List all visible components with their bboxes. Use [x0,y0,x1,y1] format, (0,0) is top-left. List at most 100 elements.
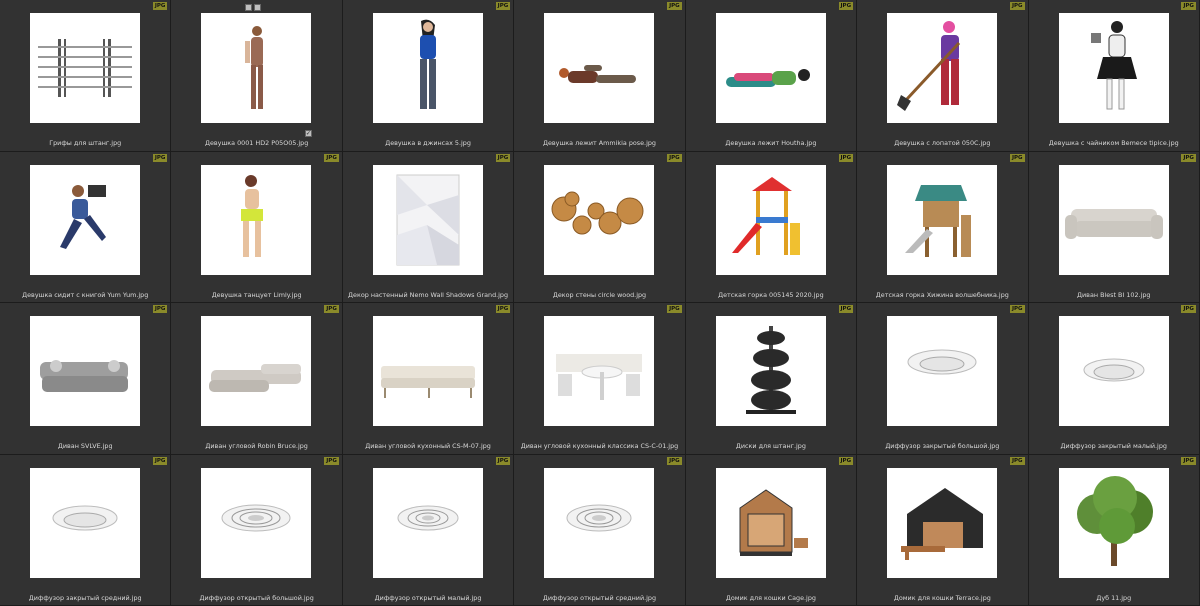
woman-shovel-thumbnail[interactable] [887,13,998,123]
file-type-badge: JPG [152,2,168,10]
file-tile[interactable]: JPG Диффузор закрытый средний.jpg [0,454,172,606]
file-type-badge: JPG [838,305,854,313]
file-tile[interactable]: JPG Девушка сидит с книгой Yum Yum.jpg [0,151,172,303]
file-tile[interactable]: JPG Диван угловой Robin Bruce.jpg [171,303,343,455]
file-tile[interactable]: JPG Диван угловой кухонный классика CS-C… [514,303,686,455]
file-tile[interactable]: JPG Девушка лежит Houtha.jpg [685,0,858,152]
file-type-badge: JPG [1181,456,1196,465]
woman-teapot-thumbnail[interactable] [1058,13,1169,123]
file-name: Диски для штанг.jpg [735,442,806,450]
file-name: Домик для кошки Terrace.jpg [893,593,991,602]
wall-panel-thumbnail[interactable] [372,164,483,275]
file-type-badge: JPG [495,456,511,465]
file-name: Девушка сидит с книгой Yum Yum.jpg [22,290,149,299]
playhouse-slide-thumbnail[interactable] [887,164,998,275]
file-tile[interactable]: JPG Диффузор открытый малый.jpg [342,454,515,606]
file-tile[interactable]: JPG Девушка танцует Limly.jpg [171,151,343,303]
woman-lying-dress-thumbnail[interactable] [715,13,826,123]
file-tile[interactable]: JPG Домик для кошки Cage.jpg [685,454,858,606]
diffuser-closed-small-thumbnail[interactable] [1058,316,1169,426]
file-name: Девушка с лопатой 050C.jpg [894,139,991,147]
file-type-badge: JPG [324,305,339,313]
file-type-badge: JPG [1009,305,1025,313]
diffuser-closed-medium-thumbnail[interactable] [30,467,140,578]
file-tile[interactable]: JPG Девушка с чайником Bemece tipice.jpg [1028,0,1200,152]
file-type-badge: JPG [838,153,854,162]
file-type-badge: JPG [838,456,854,465]
cat-house-terrace-thumbnail[interactable] [887,467,998,578]
file-tile[interactable]: JPG Диффузор открытый большой.jpg [171,454,343,606]
diffuser-open-large-thumbnail[interactable] [201,467,312,578]
file-name: Детская горка 005145 2020.jpg [718,290,824,299]
kitchen-corner-sofa-thumbnail[interactable] [372,316,483,426]
file-tile[interactable]: JPG Диван угловой кухонный CS-M-07.jpg [342,303,515,455]
woman-jeans-thumbnail[interactable] [372,13,483,123]
file-tile[interactable]: JPG Грифы для штанг.jpg [0,0,172,152]
file-type-badge: JPG [1181,153,1196,162]
diffuser-closed-large-thumbnail[interactable] [887,316,998,426]
checkbox-icon[interactable]: ✓ [304,130,312,137]
diffuser-open-medium-thumbnail[interactable] [544,467,655,578]
file-name: Диффузор закрытый большой.jpg [885,442,1000,450]
diffuser-open-small-thumbnail[interactable] [372,467,483,578]
woman-dancing-thumbnail[interactable] [201,164,312,275]
file-type-badge: JPG [495,2,511,10]
file-type-badge: JPG [667,305,682,313]
file-tile[interactable]: ✓ Девушка 0001 HD2 P05O05.jpg [171,0,343,152]
file-name: Девушка в джинсах 5.jpg [385,139,471,147]
oak-tree-thumbnail[interactable] [1058,467,1169,578]
file-tile[interactable]: JPG Диффузор открытый средний.jpg [514,454,686,606]
cat-house-cage-thumbnail[interactable] [715,467,826,578]
file-type-badge: JPG [838,2,854,10]
wood-circles-thumbnail[interactable] [544,164,655,275]
file-tile[interactable]: JPG Дуб 11.jpg [1028,454,1200,606]
file-name: Диффузор открытый большой.jpg [199,593,314,602]
file-tile[interactable]: JPG Диски для штанг.jpg [685,303,858,455]
woman-book-thumbnail[interactable] [30,164,140,275]
file-type-badge: JPG [1009,2,1025,10]
file-tile[interactable]: JPG Диффузор закрытый малый.jpg [1028,303,1200,455]
file-thumbnail-grid: JPG Грифы для штанг.jpg ✓ Девушка 0001 H… [0,0,1200,606]
file-tile[interactable]: JPG Декор стены circle wood.jpg [514,151,686,303]
file-name: Девушка танцует Limly.jpg [211,290,302,299]
file-type-badge: JPG [667,2,682,10]
file-tile[interactable]: JPG Домик для кошки Terrace.jpg [857,454,1029,606]
file-name: Домик для кошки Cage.jpg [725,593,816,602]
file-type-badge: JPG [152,305,168,313]
woman-standing-thumbnail[interactable] [201,13,312,123]
file-type-badge: JPG [1181,305,1196,313]
file-name: Декор настенный Nemo Wall Shadows Grand.… [348,290,509,299]
select-box-icon[interactable] [245,4,253,11]
file-type-badge: JPG [324,153,339,162]
file-name: Детская горка Хижина волшебника.jpg [875,290,1009,299]
file-type-badge: JPG [152,153,168,162]
file-type-badge: JPG [1009,153,1025,162]
kitchen-set-thumbnail[interactable] [544,316,655,426]
kids-slide-thumbnail[interactable] [715,164,826,275]
file-tile[interactable]: JPG Диван Blest BI 102.jpg [1028,151,1200,303]
tile-tools [245,4,262,11]
file-tile[interactable]: JPG Девушка в джинсах 5.jpg [342,0,515,152]
edit-pencil-icon[interactable] [254,4,262,11]
file-name: Диффузор открытый малый.jpg [374,593,482,602]
file-name: Диван SVLVE.jpg [57,442,113,450]
file-name: Грифы для штанг.jpg [49,139,122,147]
file-name: Девушка лежит Houtha.jpg [725,139,817,147]
file-tile[interactable]: JPG Девушка с лопатой 050C.jpg [857,0,1029,152]
file-name: Диван Blest BI 102.jpg [1077,290,1151,299]
barbell-bars-thumbnail[interactable] [30,13,140,123]
file-tile[interactable]: JPG Декор настенный Nemo Wall Shadows Gr… [342,151,515,303]
file-tile[interactable]: JPG Диван SVLVE.jpg [0,303,172,455]
file-type-badge: JPG [667,153,682,162]
woman-lying-thumbnail[interactable] [544,13,655,123]
file-name: Диван угловой Robin Bruce.jpg [205,442,308,450]
weight-plates-thumbnail[interactable] [715,316,826,426]
sofa-grey-thumbnail[interactable] [30,316,140,426]
corner-sofa-thumbnail[interactable] [201,316,312,426]
sofa-thumbnail[interactable] [1058,164,1169,275]
file-tile[interactable]: JPG Детская горка 005145 2020.jpg [685,151,858,303]
file-tile[interactable]: JPG Диффузор закрытый большой.jpg [857,303,1029,455]
file-tile[interactable]: JPG Детская горка Хижина волшебника.jpg [857,151,1029,303]
file-tile[interactable]: JPG Девушка лежит Ammikia pose.jpg [514,0,686,152]
file-name: Диффузор открытый средний.jpg [542,593,657,602]
